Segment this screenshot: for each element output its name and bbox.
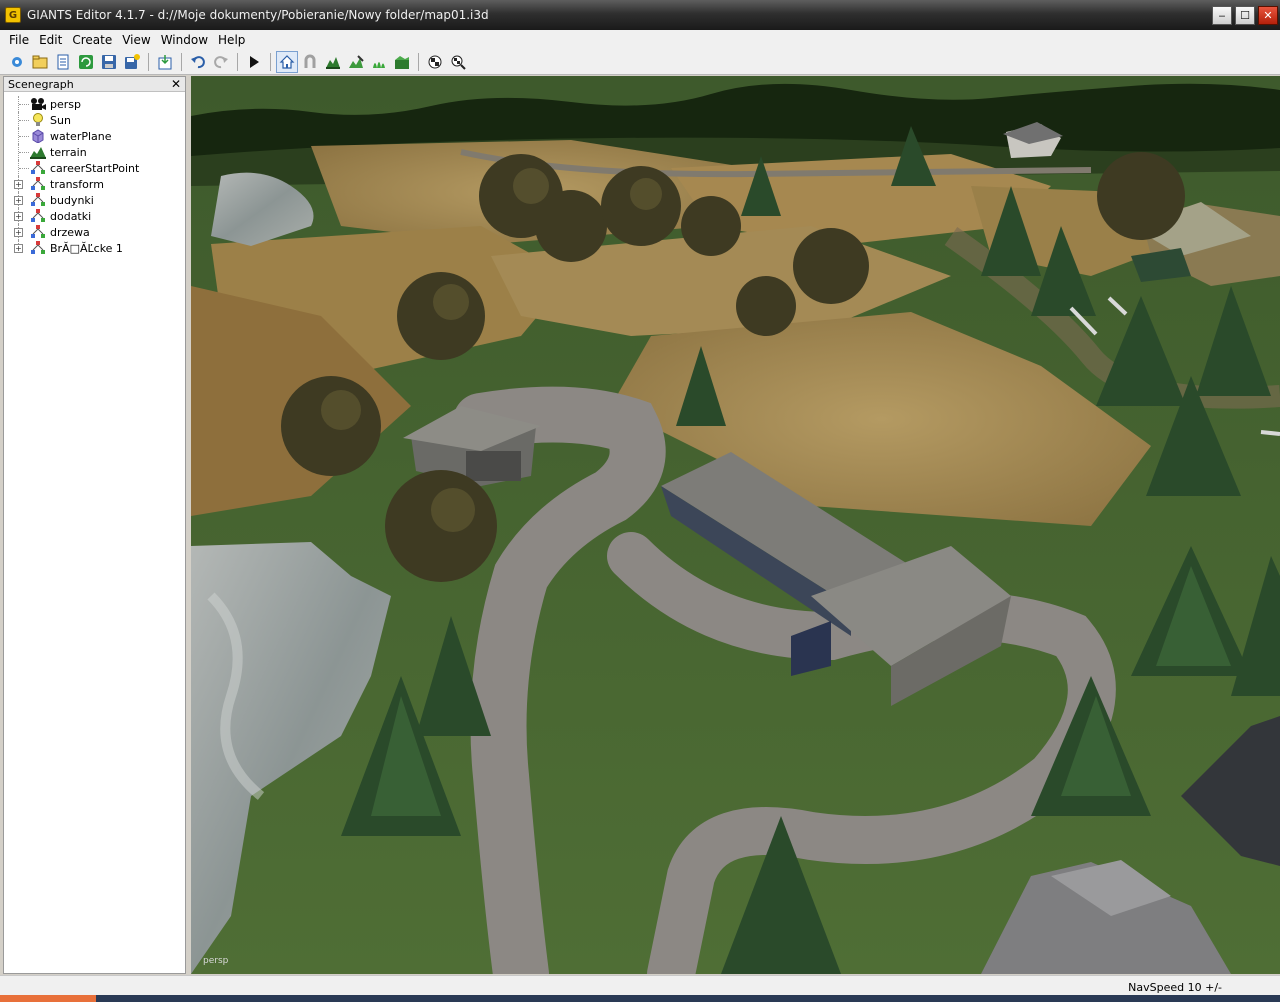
title-bar: G GIANTS Editor 4.1.7 - d://Moje dokumen… [0, 0, 1280, 30]
tree-label: waterPlane [50, 129, 112, 143]
tree-label: terrain [50, 145, 87, 159]
transform-icon [31, 193, 45, 206]
status-bar: NavSpeed 10 +/- [0, 975, 1280, 995]
app-icon: G [5, 7, 21, 23]
toolbar-separator [418, 52, 419, 71]
scene-render [191, 76, 1280, 974]
tree-item-persp[interactable]: persp [4, 96, 185, 112]
expand-toggle-icon[interactable]: + [14, 211, 23, 221]
menu-bar: File Edit Create View Window Help [0, 30, 1280, 49]
close-button[interactable]: ✕ [1258, 6, 1278, 25]
menu-file[interactable]: File [4, 33, 34, 47]
menu-window[interactable]: Window [156, 33, 213, 47]
terrain-sculpt-icon[interactable] [322, 51, 344, 73]
tree-label: Sun [50, 113, 71, 127]
window-controls: ‒ ☐ ✕ [1212, 6, 1278, 25]
toolbar-separator [237, 52, 238, 71]
tree-item-budynki[interactable]: + budynki [4, 192, 185, 208]
3d-viewport[interactable]: persp [191, 76, 1280, 974]
window-title: GIANTS Editor 4.1.7 - d://Moje dokumenty… [27, 8, 489, 22]
camera-home-icon[interactable] [276, 50, 298, 73]
tree-label: dodatki [50, 209, 92, 223]
shape-icon [32, 129, 44, 143]
transform-icon [31, 161, 45, 174]
toolbar-separator [270, 52, 271, 71]
tree-item-drzewa[interactable]: + drzewa [4, 224, 185, 240]
tree-connector [19, 136, 29, 137]
terrain-ops-icon[interactable] [391, 51, 413, 73]
tree-label: persp [50, 97, 81, 111]
tree-item-terrain[interactable]: terrain [4, 144, 185, 160]
transform-icon [31, 241, 45, 254]
toolbar-separator [148, 52, 149, 71]
terrain-icon [30, 147, 46, 159]
play-icon[interactable] [243, 51, 265, 73]
transform-icon [31, 209, 45, 222]
magnet-icon[interactable] [299, 51, 321, 73]
expand-toggle-icon[interactable]: + [14, 195, 23, 205]
scenegraph-panel: Scenegraph ✕ persp Sun waterPlane terrai… [3, 76, 186, 974]
foliage-paint-icon[interactable] [368, 51, 390, 73]
document-icon[interactable] [52, 51, 74, 73]
toolbar-separator [181, 52, 182, 71]
tree-connector [19, 152, 29, 153]
menu-edit[interactable]: Edit [34, 33, 67, 47]
tree-item-dodatki[interactable]: + dodatki [4, 208, 185, 224]
refresh-icon[interactable] [75, 51, 97, 73]
tree-connector [19, 168, 29, 169]
menu-create[interactable]: Create [67, 33, 117, 47]
open-icon[interactable] [29, 51, 51, 73]
toolbar [0, 49, 1280, 75]
scenegraph-tree: persp Sun waterPlane terrain careerStart… [4, 92, 185, 256]
tree-item-sun[interactable]: Sun [4, 112, 185, 128]
transform-icon [31, 225, 45, 238]
menu-help[interactable]: Help [213, 33, 250, 47]
transform-icon [31, 177, 45, 190]
scenegraph-header: Scenegraph ✕ [4, 77, 185, 92]
tree-label: drzewa [50, 225, 90, 239]
expand-toggle-icon[interactable]: + [14, 243, 23, 253]
panel-title: Scenegraph [8, 77, 74, 91]
undo-icon[interactable] [187, 51, 209, 73]
expand-toggle-icon[interactable]: + [14, 179, 23, 189]
save-icon[interactable] [98, 51, 120, 73]
tree-item-transform[interactable]: + transform [4, 176, 185, 192]
tree-label: careerStartPoint [50, 161, 140, 175]
checker-search-icon[interactable] [447, 51, 469, 73]
navspeed-readout: NavSpeed 10 +/- [1128, 981, 1222, 994]
tree-connector [19, 104, 29, 105]
menu-view[interactable]: View [117, 33, 155, 47]
tree-label: budynki [50, 193, 94, 207]
os-taskbar [0, 995, 1280, 1002]
tree-item-careerstartpoint[interactable]: careerStartPoint [4, 160, 185, 176]
new-scene-icon[interactable] [6, 51, 28, 73]
tree-item-bracke-1[interactable]: + BrĂ□ĂĽcke 1 [4, 240, 185, 256]
expand-toggle-icon[interactable]: + [14, 227, 23, 237]
checker-toggle-icon[interactable] [424, 51, 446, 73]
tree-label: BrĂ□ĂĽcke 1 [50, 241, 123, 255]
maximize-button[interactable]: ☐ [1235, 6, 1255, 25]
save-as-icon[interactable] [121, 51, 143, 73]
terrain-paint-icon[interactable] [345, 51, 367, 73]
tree-item-waterplane[interactable]: waterPlane [4, 128, 185, 144]
tree-label: transform [50, 177, 104, 191]
light-icon [33, 113, 43, 126]
import-icon[interactable] [154, 51, 176, 73]
tree-connector [19, 120, 29, 121]
minimize-button[interactable]: ‒ [1212, 6, 1232, 25]
redo-icon[interactable] [210, 51, 232, 73]
viewport-camera-label: persp [203, 956, 229, 966]
close-panel-icon[interactable]: ✕ [171, 77, 181, 91]
camera-icon [31, 98, 46, 110]
taskbar-start[interactable] [0, 995, 96, 1002]
